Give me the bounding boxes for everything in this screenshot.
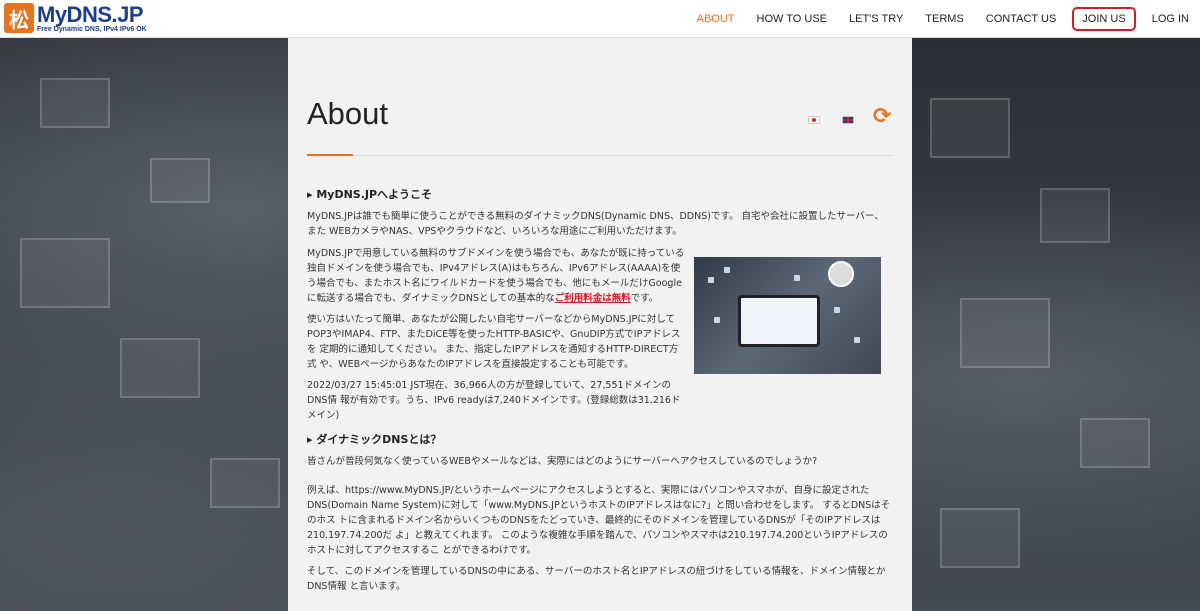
network-node bbox=[714, 317, 720, 323]
tablet-illustration bbox=[738, 295, 820, 347]
background-tile bbox=[40, 78, 110, 128]
background-tile bbox=[210, 458, 280, 508]
section-heading-welcome: ▸ MyDNS.JPへようこそ bbox=[307, 188, 433, 201]
welcome-paragraph-3: 使い方はいたって簡単、あなたが公開したい自宅サーバーなどからMyDNS.JPに対… bbox=[307, 314, 681, 370]
ddns-paragraph-3: そして、このドメインを管理しているDNSの中にある、サーバーのホスト名とIPアド… bbox=[307, 566, 886, 592]
nav-how-to-use[interactable]: HOW TO USE bbox=[757, 13, 828, 25]
english-flag-icon[interactable] bbox=[842, 116, 854, 124]
network-node bbox=[724, 267, 730, 273]
nav-join-us[interactable]: JOIN US bbox=[1072, 7, 1136, 31]
logo-title: MyDNS.JP bbox=[37, 1, 144, 27]
main-nav: ABOUT HOW TO USE LET'S TRY TERMS CONTACT… bbox=[686, 0, 1200, 38]
background-tile bbox=[960, 298, 1050, 368]
logo-text: MyDNS.JP Free Dynamic DNS, IPv4 IPv6 OK bbox=[37, 1, 147, 33]
network-node bbox=[794, 275, 800, 281]
background-tile bbox=[1040, 188, 1110, 243]
site-logo[interactable]: 松 MyDNS.JP Free Dynamic DNS, IPv4 IPv6 O… bbox=[4, 3, 147, 33]
registration-stats: 2022/03/27 15:45:01 JST現在、36,966人の方が登録して… bbox=[307, 380, 681, 421]
japanese-flag-icon[interactable] bbox=[808, 116, 820, 124]
background-tile bbox=[120, 338, 200, 398]
background-tile bbox=[20, 238, 110, 308]
content-panel: About ⟳ ▸ MyDNS.JPへようこそ MyDNS.JPは誰でも簡単に使… bbox=[288, 38, 912, 611]
logo-mark: 松 bbox=[4, 3, 34, 33]
nav-about[interactable]: ABOUT bbox=[697, 13, 735, 25]
tablet-network-image bbox=[694, 257, 881, 374]
background-tile bbox=[940, 508, 1020, 568]
network-node bbox=[834, 307, 840, 313]
ddns-paragraph-1: 皆さんが普段何気なく使っているWEBやメールなどは、実際にはどのようにサーバーへ… bbox=[307, 456, 818, 467]
nav-terms[interactable]: TERMS bbox=[925, 13, 964, 25]
site-header: 松 MyDNS.JP Free Dynamic DNS, IPv4 IPv6 O… bbox=[0, 0, 1200, 38]
nav-log-in[interactable]: LOG IN bbox=[1152, 13, 1189, 25]
background-tile bbox=[150, 158, 210, 203]
background-tile bbox=[1080, 418, 1150, 468]
section-heading-ddns: ▸ ダイナミックDNSとは？ bbox=[307, 433, 442, 446]
welcome-paragraph-2-end: です。 bbox=[630, 293, 659, 304]
background-tile bbox=[930, 98, 1010, 158]
nav-lets-try[interactable]: LET'S TRY bbox=[849, 13, 903, 25]
title-divider bbox=[307, 155, 893, 156]
title-accent-bar bbox=[307, 154, 353, 156]
free-usage-highlight[interactable]: ご利用料金は無料 bbox=[555, 293, 631, 304]
page-title: About bbox=[307, 96, 389, 131]
refresh-icon[interactable]: ⟳ bbox=[873, 106, 891, 128]
nav-contact-us[interactable]: CONTACT US bbox=[986, 13, 1057, 25]
network-node bbox=[708, 277, 714, 283]
logo-subtitle: Free Dynamic DNS, IPv4 IPv6 OK bbox=[37, 25, 147, 33]
welcome-paragraph-1: MyDNS.JPは誰でも簡単に使うことができる無料のダイナミックDNS(Dyna… bbox=[307, 211, 884, 237]
ddns-paragraph-2: 例えば、https://www.MyDNS.JP/というホームページにアクセスし… bbox=[307, 485, 891, 556]
coffee-cup-illustration bbox=[828, 261, 854, 287]
welcome-paragraph-2: MyDNS.JPで用意している無料のサブドメインを使う場合でも、あなたが既に持っ… bbox=[307, 246, 685, 306]
network-node bbox=[854, 337, 860, 343]
